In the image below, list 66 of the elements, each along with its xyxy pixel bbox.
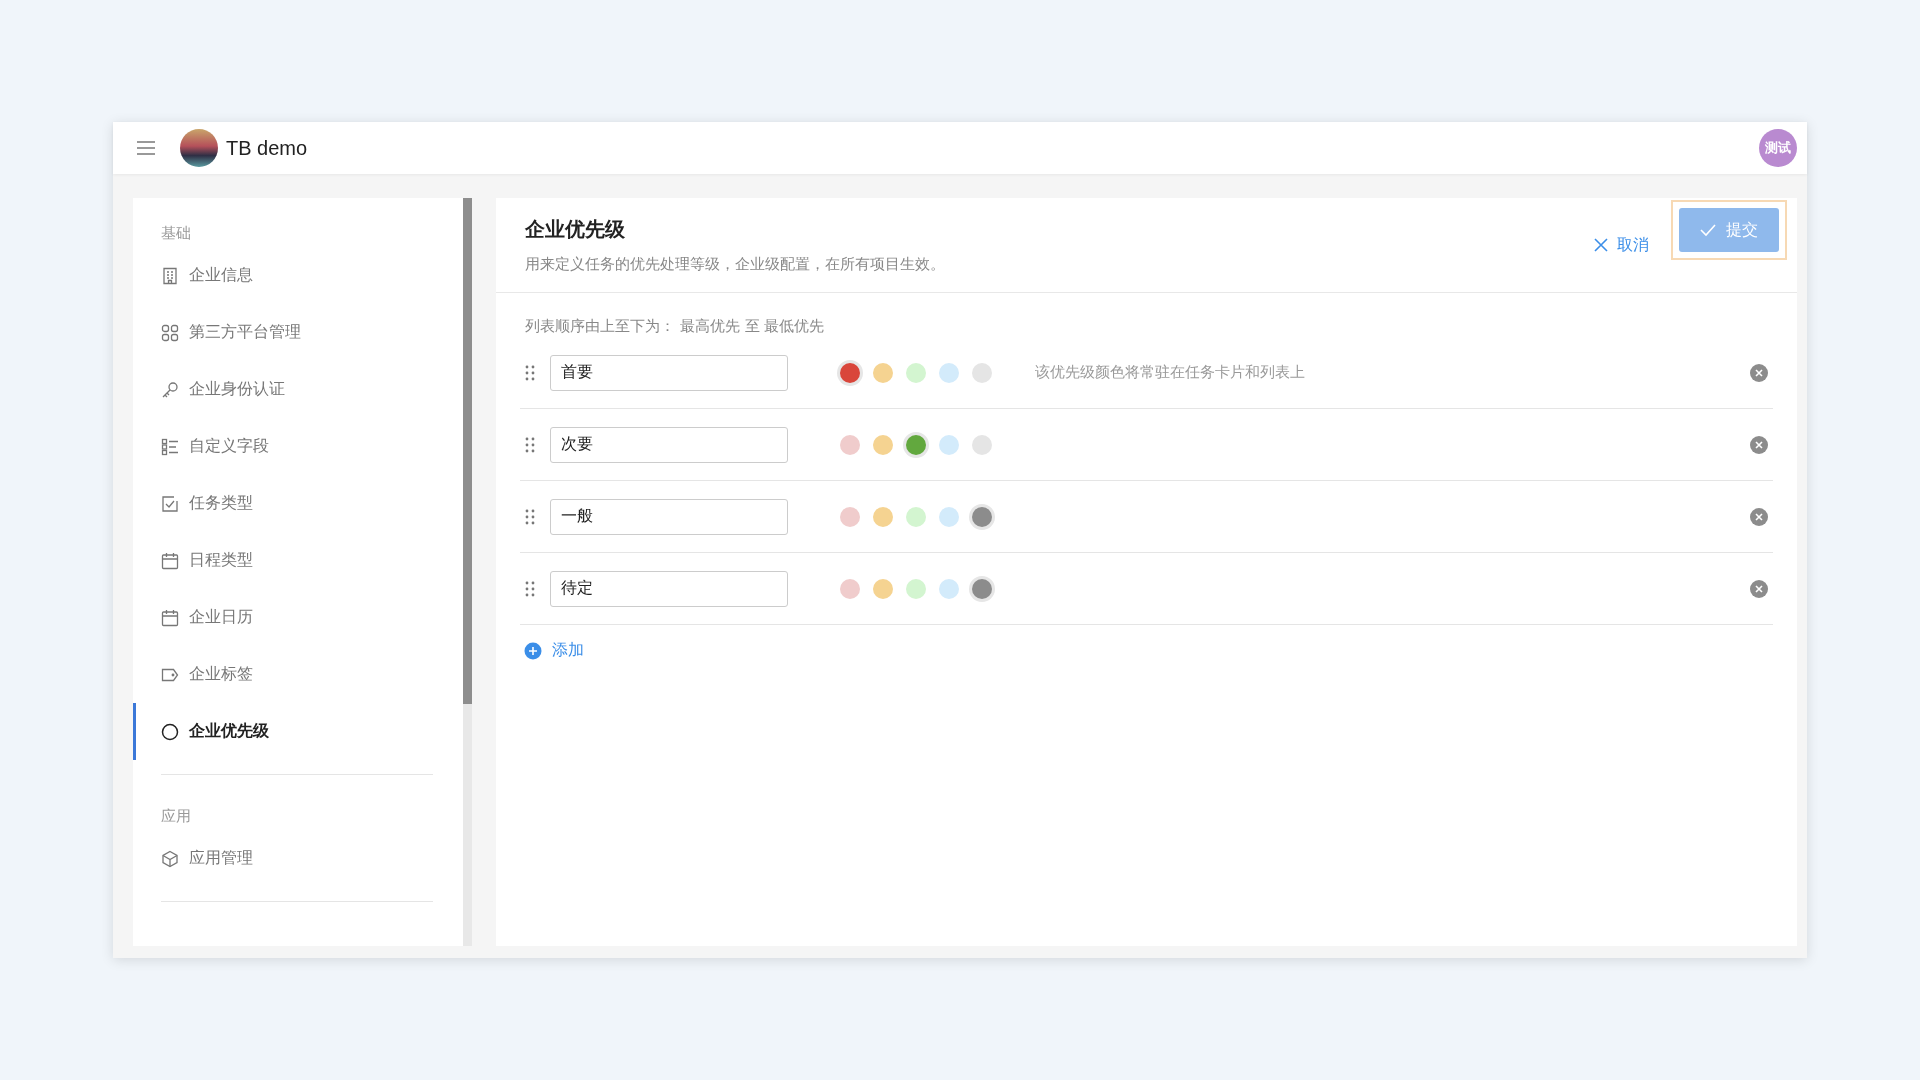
add-button[interactable]: 添加 xyxy=(520,636,588,665)
key-icon xyxy=(161,380,179,399)
color-swatch[interactable] xyxy=(873,362,893,383)
cancel-button[interactable]: 取消 xyxy=(1589,230,1653,260)
app-name: TB demo xyxy=(226,136,308,160)
color-swatch[interactable] xyxy=(906,362,926,383)
calendar-icon xyxy=(161,608,179,627)
sidebar-item[interactable]: 日程类型 xyxy=(133,532,463,589)
page-description: 用来定义任务的优先处理等级，企业级配置，在所有项目生效。 xyxy=(525,255,946,274)
user-avatar[interactable]: 测试 xyxy=(1759,129,1797,167)
grid-icon xyxy=(161,323,179,342)
scrollbar[interactable] xyxy=(463,198,472,946)
color-swatch[interactable] xyxy=(972,362,992,383)
cube-icon xyxy=(161,849,179,868)
remove-icon[interactable] xyxy=(1749,506,1769,527)
color-note: 该优先级颜色将常驻在任务卡片和列表上 xyxy=(1035,363,1305,382)
priority-name-field[interactable]: 一般 xyxy=(550,498,788,535)
sidebar-item[interactable]: 自定义字段 xyxy=(133,418,463,475)
logo-icon xyxy=(180,129,218,167)
priority-name-field[interactable]: 次要 xyxy=(550,426,788,463)
color-swatch[interactable] xyxy=(939,506,959,527)
color-swatch[interactable] xyxy=(840,434,860,455)
color-swatch[interactable] xyxy=(840,506,860,527)
page-title: 企业优先级 xyxy=(525,216,626,243)
color-swatch[interactable] xyxy=(906,434,926,455)
color-swatch[interactable] xyxy=(972,434,992,455)
sidebar-item[interactable]: 企业标签 xyxy=(133,646,463,703)
sidebar-item[interactable]: 企业身份认证 xyxy=(133,361,463,418)
menu-icon[interactable] xyxy=(136,140,156,156)
drag-handle-icon[interactable] xyxy=(525,580,535,597)
color-swatch[interactable] xyxy=(906,578,926,599)
priority-name-field[interactable]: 待定 xyxy=(550,570,788,607)
color-swatch[interactable] xyxy=(972,506,992,527)
remove-icon[interactable] xyxy=(1749,578,1769,599)
check-icon xyxy=(1700,223,1716,237)
color-swatch[interactable] xyxy=(939,362,959,383)
section-title: 基础 xyxy=(160,223,192,244)
sidebar-item[interactable]: 应用管理 xyxy=(133,830,463,887)
sidebar-item[interactable]: 第三方平台管理 xyxy=(133,304,463,361)
checkbox-icon xyxy=(161,494,179,513)
sidebar-item[interactable]: 企业信息 xyxy=(133,247,463,304)
circle-icon xyxy=(161,722,179,741)
order-hint: 列表顺序由上至下为： 最高优先 至 最低优先 xyxy=(524,317,826,337)
section-title: 应用 xyxy=(160,806,192,827)
color-swatch[interactable] xyxy=(939,434,959,455)
drag-handle-icon[interactable] xyxy=(525,508,535,525)
color-swatch[interactable] xyxy=(840,578,860,599)
drag-handle-icon[interactable] xyxy=(525,436,535,453)
color-swatch[interactable] xyxy=(873,506,893,527)
sidebar-item[interactable]: 企业日历 xyxy=(133,589,463,646)
plus-icon xyxy=(524,641,542,660)
color-swatch[interactable] xyxy=(906,506,926,527)
remove-icon[interactable] xyxy=(1749,362,1769,383)
list-icon xyxy=(161,437,179,456)
close-icon xyxy=(1593,237,1609,253)
remove-icon[interactable] xyxy=(1749,434,1769,455)
priority-name-field[interactable]: 首要 xyxy=(550,354,788,391)
calendar-icon xyxy=(161,551,179,570)
color-swatch[interactable] xyxy=(939,578,959,599)
color-swatch[interactable] xyxy=(873,434,893,455)
drag-handle-icon[interactable] xyxy=(525,364,535,381)
color-swatch[interactable] xyxy=(840,362,860,383)
sidebar-item[interactable]: 任务类型 xyxy=(133,475,463,532)
color-swatch[interactable] xyxy=(972,578,992,599)
building-icon xyxy=(161,266,179,285)
color-swatch[interactable] xyxy=(873,578,893,599)
